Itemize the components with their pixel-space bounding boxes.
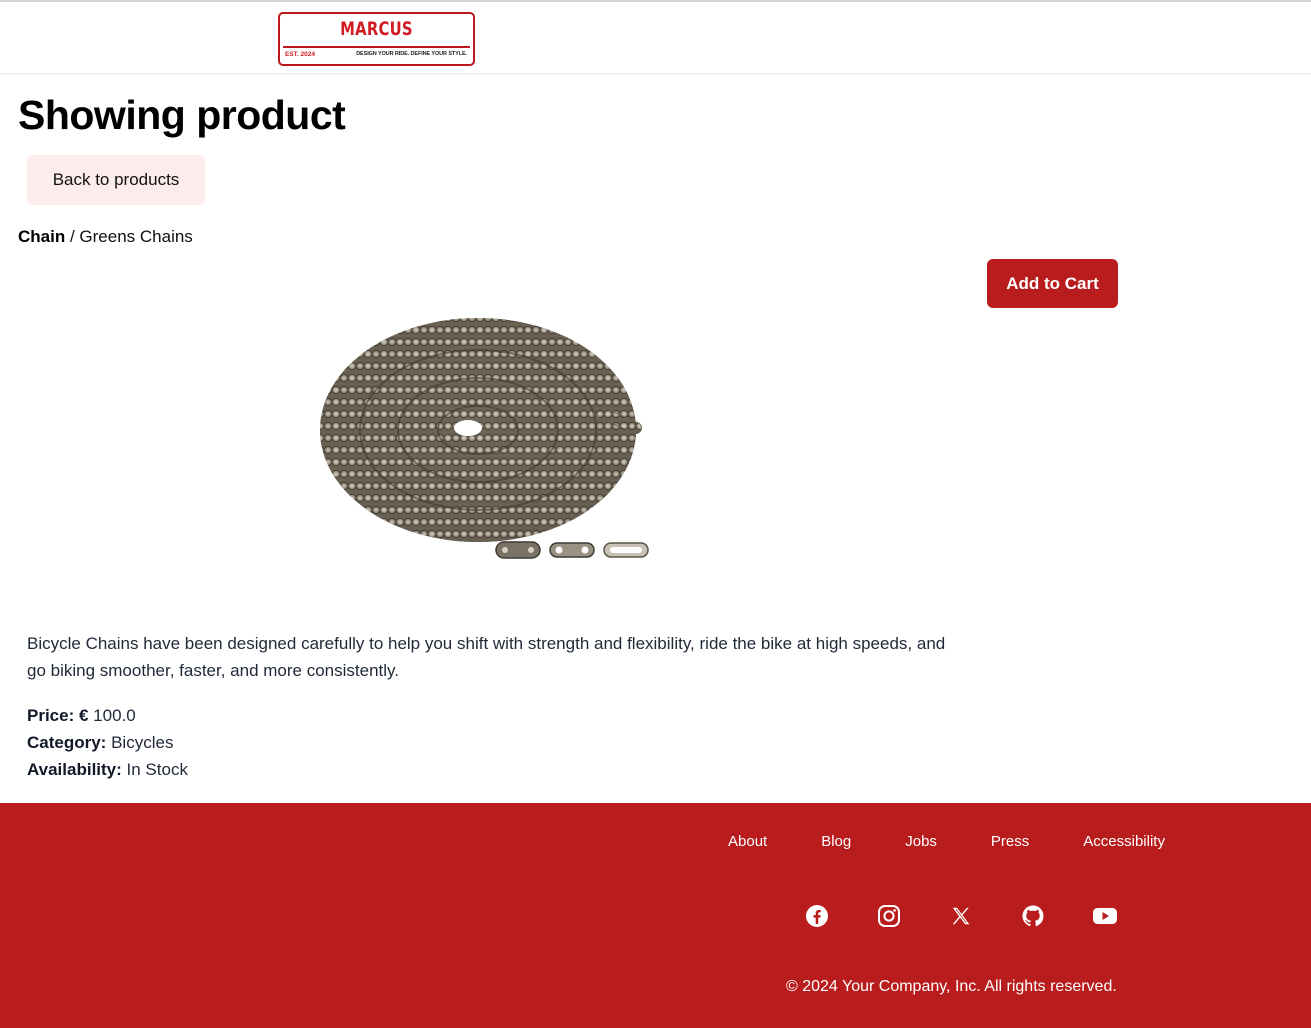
footer-link-accessibility[interactable]: Accessibility <box>1083 833 1165 850</box>
social-links <box>804 903 1118 929</box>
instagram-icon[interactable] <box>876 903 902 929</box>
logo-established: EST. 2024 <box>285 51 315 58</box>
facebook-icon[interactable] <box>804 903 830 929</box>
site-header: MARCUS EST. 2024 DESIGN YOUR RIDE. DEFIN… <box>0 2 1311 74</box>
category-value: Bicycles <box>111 733 174 752</box>
master-links <box>495 541 649 559</box>
page-title: Showing product <box>18 92 346 138</box>
footer-link-about[interactable]: About <box>728 833 767 850</box>
breadcrumb: Chain / Greens Chains <box>18 227 193 247</box>
footer-nav: About Blog Jobs Press Accessibility <box>728 833 1165 850</box>
site-footer: About Blog Jobs Press Accessibility © 20… <box>0 803 1311 1028</box>
add-to-cart-button[interactable]: Add to Cart <box>987 259 1118 308</box>
price-label: Price: <box>27 706 75 725</box>
github-icon[interactable] <box>1020 903 1046 929</box>
copyright-text: © 2024 Your Company, Inc. All rights res… <box>786 978 1117 995</box>
logo-brand-text: MARCUS <box>340 18 413 40</box>
breadcrumb-separator: / <box>65 227 80 246</box>
breadcrumb-category[interactable]: Chain <box>18 227 65 246</box>
back-to-products-button[interactable]: Back to products <box>27 155 205 205</box>
breadcrumb-product: Greens Chains <box>79 227 193 246</box>
category-label: Category: <box>27 733 107 752</box>
logo-tagline: DESIGN YOUR RIDE. DEFINE YOUR STYLE. <box>356 51 467 57</box>
availability-label: Availability: <box>27 760 122 779</box>
product-details: Price: € 100.0 Category: Bicycles Availa… <box>27 702 188 783</box>
marcus-logo[interactable]: MARCUS EST. 2024 DESIGN YOUR RIDE. DEFIN… <box>278 12 475 66</box>
availability-value: In Stock <box>126 760 188 779</box>
footer-link-blog[interactable]: Blog <box>821 833 851 850</box>
product-description: Bicycle Chains have been designed carefu… <box>27 634 946 680</box>
footer-link-press[interactable]: Press <box>991 833 1029 850</box>
price-row: Price: € 100.0 <box>27 702 188 729</box>
availability-row: Availability: In Stock <box>27 756 188 783</box>
bicycle-chain-image <box>320 318 649 559</box>
youtube-icon[interactable] <box>1092 903 1118 929</box>
logo-divider <box>283 46 470 48</box>
price-value: 100.0 <box>88 706 136 725</box>
category-row: Category: Bicycles <box>27 729 188 756</box>
footer-link-jobs[interactable]: Jobs <box>905 833 937 850</box>
x-icon[interactable] <box>948 903 974 929</box>
